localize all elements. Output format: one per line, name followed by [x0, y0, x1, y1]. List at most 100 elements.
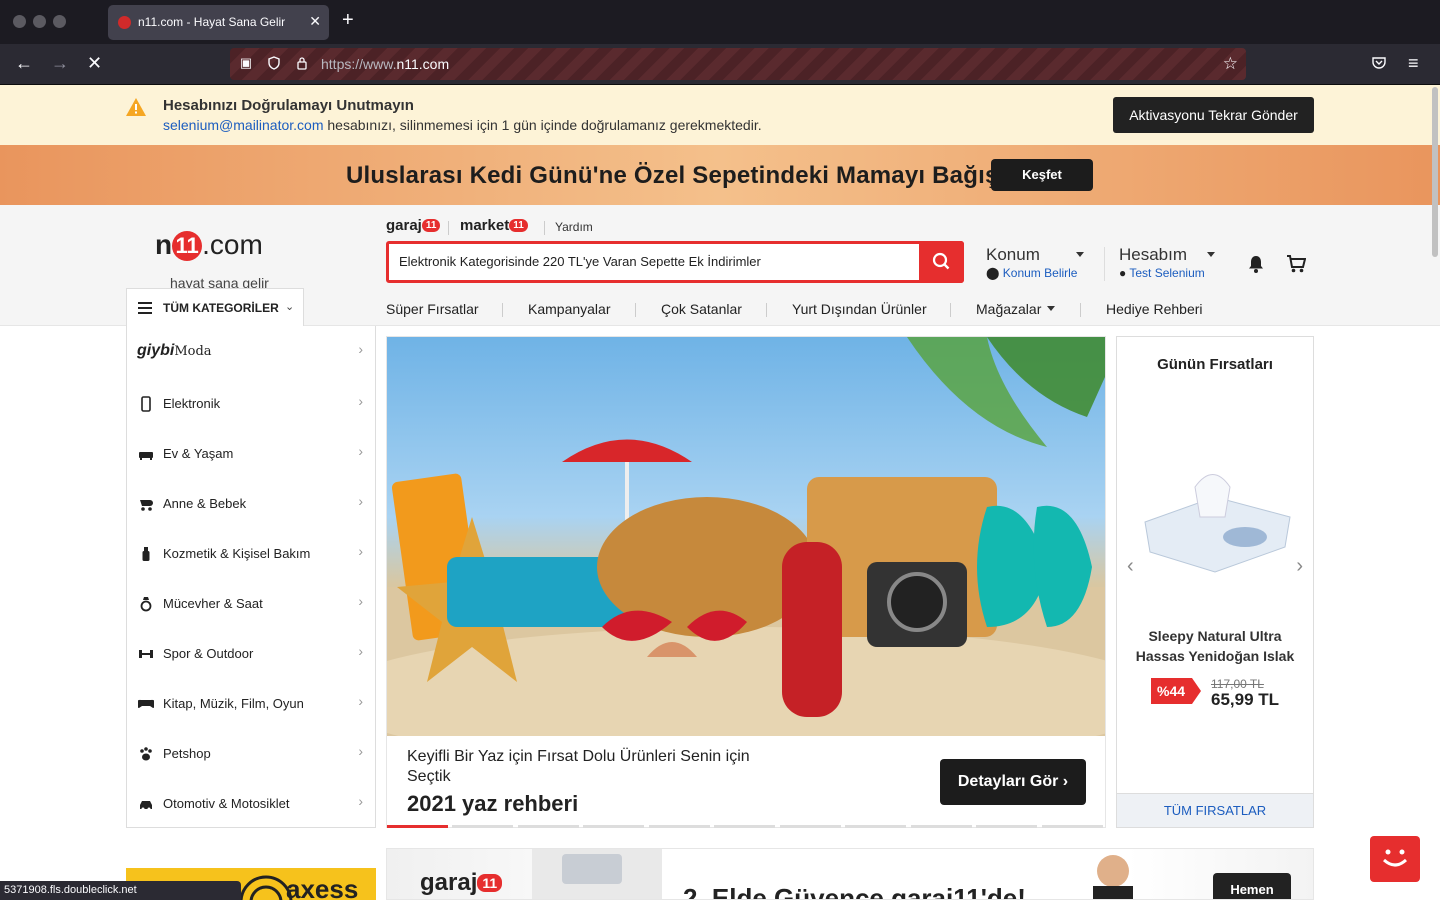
close-tab-icon[interactable]: ✕: [309, 13, 321, 30]
carousel-dot[interactable]: [518, 825, 579, 828]
smiley-chat-icon: [1382, 849, 1408, 867]
nav-campaigns[interactable]: Kampanyalar: [528, 301, 611, 317]
n11-logo[interactable]: n 11 .com hayat sana gelir: [155, 219, 285, 291]
new-tab-icon[interactable]: +: [342, 10, 354, 30]
account-title: Hesabım: [1119, 245, 1188, 264]
bookmark-star-icon[interactable]: ☆: [1223, 54, 1238, 74]
browser-tab-bar: n11.com - Hayat Sana Gelir ✕ +: [0, 0, 1440, 44]
nav-international[interactable]: Yurt Dışından Ürünler: [792, 301, 927, 317]
back-icon[interactable]: ←: [15, 52, 33, 74]
chevron-right-icon: ›: [358, 793, 363, 809]
pocket-icon[interactable]: [1371, 52, 1387, 78]
verification-title: Hesabınızı Doğrulamayı Unutmayın: [163, 97, 414, 114]
search-button[interactable]: [919, 241, 964, 283]
daily-deals: Günün Fırsatları ‹ › Sleepy Natural Ultr…: [1116, 336, 1314, 828]
location-set-link[interactable]: Konum Belirle: [1003, 266, 1078, 280]
chevron-right-icon: ›: [1062, 773, 1069, 790]
market11-link[interactable]: market 11: [460, 217, 528, 234]
hero-summer-image[interactable]: [387, 337, 1105, 736]
carousel-dot[interactable]: [845, 825, 906, 828]
account-username[interactable]: Test Selenium: [1129, 266, 1204, 280]
hero-carousel[interactable]: Keyifli Bir Yaz için Fırsat Dolu Ürünler…: [386, 336, 1106, 828]
stop-loading-icon[interactable]: ✕: [87, 52, 102, 74]
search-input[interactable]: Elektronik Kategorisinde 220 TL'ye Varan…: [386, 241, 964, 283]
chevron-right-icon: ›: [358, 593, 363, 609]
carousel-dot[interactable]: [583, 825, 644, 828]
lock-icon[interactable]: [295, 56, 309, 70]
nav-super-deals[interactable]: Süper Fırsatlar: [386, 301, 479, 317]
carousel-dot[interactable]: [649, 825, 710, 828]
stroller-icon: [140, 500, 153, 511]
carousel-dot[interactable]: [1042, 825, 1103, 828]
promo-discover-button[interactable]: Keşfet: [991, 159, 1093, 191]
help-link[interactable]: Yardım: [555, 220, 593, 234]
cart-icon[interactable]: [1286, 255, 1306, 273]
category-cosmetics[interactable]: Kozmetik & Kişisel Bakım ›: [127, 528, 375, 578]
account-menu[interactable]: Hesabım ● Test Selenium: [1119, 245, 1216, 280]
chevron-right-icon: ›: [358, 393, 363, 409]
category-petshop[interactable]: Petshop ›: [127, 728, 375, 778]
category-books-music[interactable]: Kitap, Müzik, Film, Oyun ›: [127, 678, 375, 728]
location-selector[interactable]: Konum ⬤ Konum Belirle: [986, 245, 1084, 280]
carousel-dot[interactable]: [976, 825, 1037, 828]
hero-caption: Keyifli Bir Yaz için Fırsat Dolu Ürünler…: [407, 748, 750, 785]
deal-product-name[interactable]: Sleepy Natural Ultra Hassas Yenidoğan Is…: [1127, 626, 1303, 666]
nav-best-sellers[interactable]: Çok Satanlar: [661, 301, 742, 317]
category-electronics[interactable]: Elektronik ›: [127, 378, 375, 428]
nav-gift-guide[interactable]: Hediye Rehberi: [1106, 301, 1203, 317]
browser-tab[interactable]: n11.com - Hayat Sana Gelir ✕: [108, 5, 329, 40]
chat-support-button[interactable]: [1370, 836, 1420, 882]
forward-icon[interactable]: →: [51, 52, 69, 74]
all-categories-label: TÜM KATEGORİLER: [163, 301, 279, 315]
garaj11-link[interactable]: garaj 11: [386, 217, 441, 234]
carousel-dot[interactable]: [780, 825, 841, 828]
product-image[interactable]: [1135, 462, 1299, 582]
hero-details-button[interactable]: Detayları Gör ›: [940, 759, 1086, 805]
verification-message: selenium@mailinator.com hesabınızı, sili…: [163, 117, 762, 133]
category-giybi-moda[interactable]: giybiModa ›: [127, 326, 375, 376]
address-bar[interactable]: ▣ https://www.n11.com ☆: [230, 48, 1246, 80]
category-jewelry-watch[interactable]: Mücevher & Saat ›: [127, 578, 375, 628]
nav-stores[interactable]: Mağazalar: [976, 301, 1056, 317]
maximize-window-button[interactable]: [53, 15, 66, 28]
verification-email-link[interactable]: selenium@mailinator.com: [163, 117, 324, 133]
all-deals-link[interactable]: TÜM FIRSATLAR: [1117, 793, 1313, 827]
dumbbell-icon: [139, 650, 153, 658]
site-header: n 11 .com hayat sana gelir garaj 11 market 1…: [0, 205, 1440, 327]
bell-icon[interactable]: [1248, 255, 1264, 273]
minimize-window-button[interactable]: [33, 15, 46, 28]
deal-new-price: 65,99 TL: [1211, 690, 1280, 709]
tab-title: n11.com - Hayat Sana Gelir: [138, 15, 286, 29]
page-scrollbar[interactable]: [1432, 87, 1438, 257]
garaj11-ad-banner[interactable]: garaj 11 2. Elde Güvence garaj11'de! Heme…: [386, 848, 1314, 900]
car-icon: [140, 801, 152, 811]
promo-banner[interactable]: Uluslarası Kedi Günü'ne Özel Sepetindeki…: [0, 145, 1440, 205]
warning-icon: [126, 98, 146, 116]
garaj11-ad-button[interactable]: Hemen: [1213, 873, 1291, 899]
hamburger-icon: [138, 302, 152, 314]
carousel-dot[interactable]: [714, 825, 775, 828]
category-mother-baby[interactable]: Anne & Bebek ›: [127, 478, 375, 528]
category-sport-outdoor[interactable]: Spor & Outdoor ›: [127, 628, 375, 678]
pin-icon: ⬤: [986, 266, 1000, 280]
menu-icon[interactable]: ≡: [1408, 52, 1419, 74]
verification-banner: Hesabınızı Doğrulamayı Unutmayın seleniu…: [0, 85, 1440, 145]
discount-badge: %44: [1151, 678, 1201, 704]
location-title: Konum: [986, 245, 1040, 264]
category-home-living[interactable]: Ev & Yaşam ›: [127, 428, 375, 478]
shield-icon[interactable]: [267, 56, 281, 70]
browser-toolbar: ← → ✕ ▣ https://www.n11.com ☆ ≡: [0, 44, 1440, 85]
container-icon[interactable]: ▣: [239, 56, 253, 70]
carousel-dot[interactable]: [387, 825, 448, 828]
close-window-button[interactable]: [13, 15, 26, 28]
deal-old-price: 117,00 TL: [1211, 677, 1264, 691]
all-categories-button[interactable]: TÜM KATEGORİLER ⌄: [126, 288, 304, 327]
category-automotive[interactable]: Otomotiv & Motosiklet ›: [127, 778, 375, 828]
resend-activation-button[interactable]: Aktivasyonu Tekrar Gönder: [1113, 97, 1314, 133]
url-text: https://www.n11.com: [321, 56, 450, 72]
carousel-dot[interactable]: [452, 825, 513, 828]
chevron-left-icon[interactable]: ‹: [1127, 555, 1134, 578]
promo-text: Uluslarası Kedi Günü'ne Özel Sepetindeki…: [346, 162, 1019, 189]
ladybug-favicon-icon: [118, 16, 131, 29]
carousel-dot[interactable]: [911, 825, 972, 828]
